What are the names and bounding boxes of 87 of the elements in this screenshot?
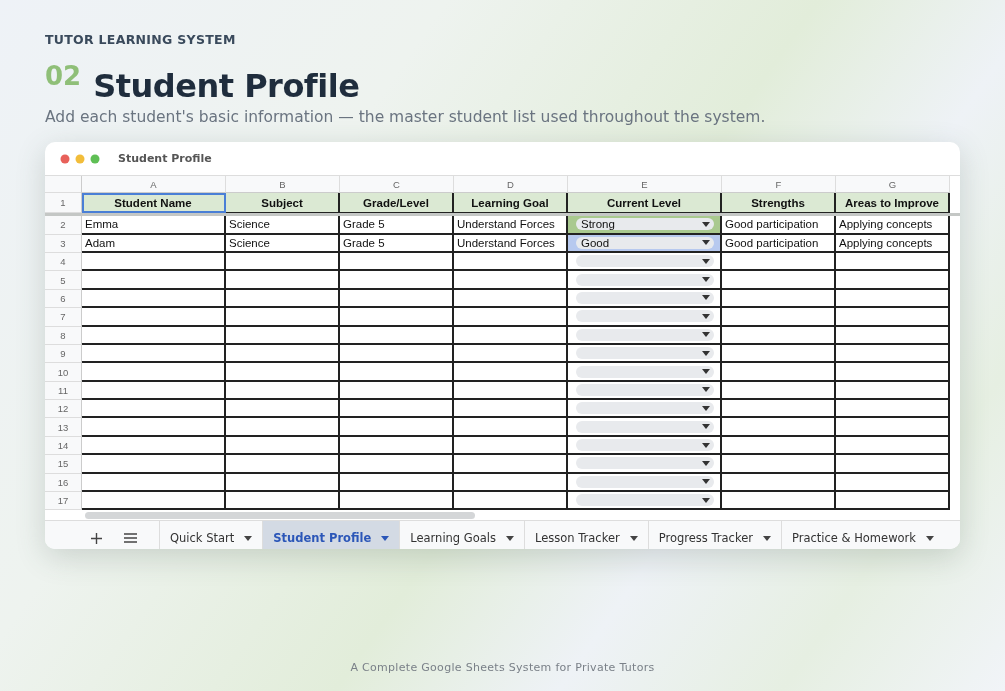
caret-icon — [702, 350, 710, 356]
table-cell: Good participation — [722, 216, 836, 235]
row-number[interactable]: 15 — [45, 455, 82, 474]
table-cell: Science — [226, 234, 340, 253]
dropdown-chip[interactable] — [576, 310, 714, 323]
caret-icon — [244, 535, 253, 541]
row-number[interactable]: 17 — [45, 492, 82, 511]
caret-icon — [702, 497, 710, 503]
subtitle: Add each student's basic information — the master student list used throughout the system. — [45, 108, 767, 127]
table-cell: Grade 5 — [340, 216, 454, 235]
caret-icon — [702, 460, 710, 466]
page-title: Student Profile — [93, 69, 360, 105]
sheet-tab[interactable]: Lesson Tracker — [524, 521, 648, 550]
table-cell: Applying concepts — [836, 216, 950, 235]
caret-icon — [702, 332, 710, 338]
table-cell: Emma — [82, 216, 226, 235]
caret-icon — [506, 535, 514, 541]
column-header: Student Name — [82, 193, 226, 214]
column-letter[interactable]: D — [454, 176, 568, 194]
table-cell: Adam — [82, 234, 226, 253]
column-letter[interactable]: A — [82, 176, 226, 194]
dropdown-chip[interactable] — [576, 475, 714, 488]
dropdown-chip[interactable]: Good — [576, 236, 714, 249]
sheet-tab[interactable]: Student Profile — [262, 521, 400, 550]
row-number[interactable]: 1 — [45, 193, 82, 214]
column-header: Grade/Level — [340, 193, 454, 214]
caret-icon — [381, 535, 390, 541]
caret-icon — [702, 240, 710, 246]
scrollbar-thumb[interactable] — [85, 512, 475, 520]
caret-icon — [702, 442, 710, 448]
dropdown-chip[interactable] — [576, 273, 714, 286]
menu-icon[interactable] — [124, 533, 137, 544]
row-number[interactable]: 7 — [45, 308, 82, 327]
caret-icon — [702, 479, 710, 485]
column-header: Learning Goal — [454, 193, 568, 214]
column-letter[interactable]: G — [836, 176, 950, 194]
caret-icon — [702, 221, 710, 227]
row-number[interactable]: 13 — [45, 418, 82, 437]
table-cell: Grade 5 — [340, 234, 454, 253]
add-sheet-icon[interactable] — [91, 532, 102, 544]
caret-icon — [702, 313, 710, 319]
dropdown-chip[interactable] — [576, 291, 714, 304]
column-header: Strengths — [722, 193, 836, 214]
column-letter[interactable]: F — [722, 176, 836, 194]
caret-icon — [702, 369, 710, 374]
dropdown-chip[interactable] — [576, 383, 714, 396]
sheet-tab[interactable]: Progress Tracker — [647, 521, 781, 550]
sheet-tab[interactable]: Practice & Homework — [780, 521, 944, 550]
column-header: Areas to Improve — [836, 193, 950, 214]
dropdown-chip[interactable] — [576, 347, 714, 360]
dropdown-chip[interactable] — [576, 494, 714, 507]
column-header: Current Level — [568, 193, 722, 214]
dropdown-chip[interactable] — [576, 420, 714, 433]
caret-icon — [702, 387, 710, 393]
eyebrow: TUTOR LEARNING SYSTEM — [45, 32, 237, 47]
footer-text: A Complete Google Sheets System for Private Tutors — [349, 661, 656, 674]
row-number[interactable]: 10 — [45, 363, 82, 382]
row-number[interactable]: 5 — [45, 271, 82, 290]
column-letter[interactable]: B — [226, 176, 340, 194]
dropdown-chip[interactable] — [576, 255, 714, 268]
row-number[interactable]: 2 — [45, 216, 82, 235]
row-number[interactable]: 12 — [45, 400, 82, 419]
select-all-corner[interactable] — [45, 176, 82, 194]
section-number: 02 — [45, 63, 82, 89]
caret-icon — [629, 535, 638, 541]
dropdown-chip[interactable]: Strong — [576, 218, 714, 231]
window-title: Student Profile — [118, 152, 212, 166]
caret-icon — [925, 535, 934, 541]
window-controls-icon — [60, 153, 100, 164]
dropdown-chip[interactable] — [576, 402, 714, 415]
dropdown-chip[interactable] — [576, 365, 714, 378]
table-cell: Good participation — [722, 234, 836, 253]
sheet-tab[interactable]: Learning Goals — [399, 521, 524, 550]
caret-icon — [762, 535, 771, 541]
table-cell: Applying concepts — [836, 234, 950, 253]
column-letter[interactable]: E — [568, 176, 722, 194]
table-cell: Science — [226, 216, 340, 235]
caret-icon — [702, 295, 710, 301]
caret-icon — [702, 424, 710, 430]
caret-icon — [702, 277, 710, 283]
dropdown-chip[interactable] — [576, 457, 714, 470]
caret-icon — [702, 258, 710, 264]
column-letter[interactable]: C — [340, 176, 454, 194]
caret-icon — [702, 405, 710, 411]
column-header: Subject — [226, 193, 340, 214]
dropdown-chip[interactable] — [576, 328, 714, 341]
dropdown-chip[interactable] — [576, 439, 714, 452]
